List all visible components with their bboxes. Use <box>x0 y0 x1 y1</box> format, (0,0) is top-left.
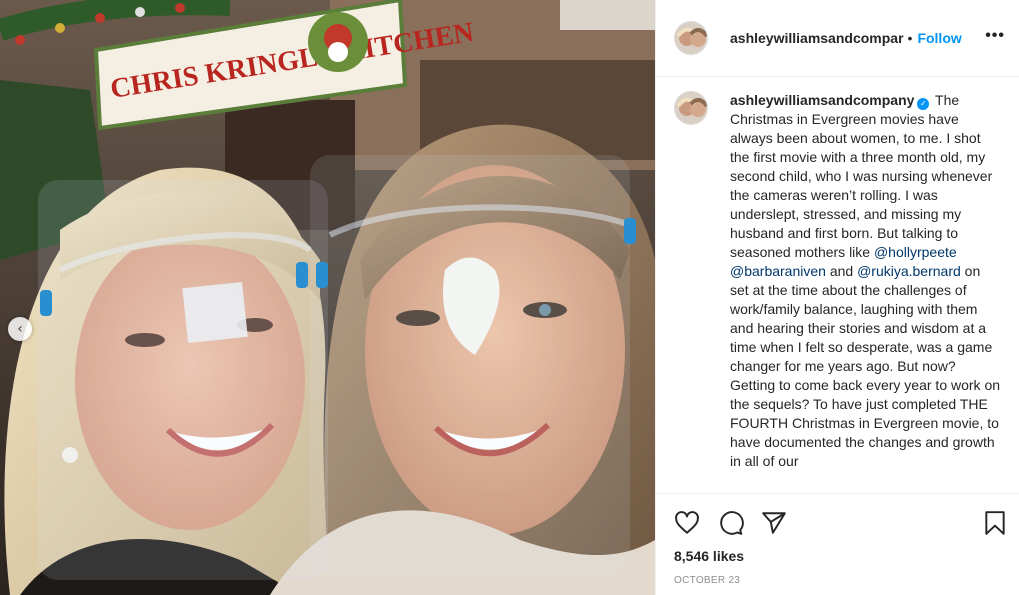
avatar[interactable] <box>674 21 708 55</box>
post-caption: ashleywilliamsandcompany ✓ The Christmas … <box>730 91 1000 493</box>
share-icon[interactable] <box>761 510 787 541</box>
follow-button[interactable]: Follow <box>917 30 961 46</box>
post-date[interactable]: OCTOBER 23 <box>674 575 740 586</box>
mention-link[interactable]: @rukiya.bernard <box>857 263 961 279</box>
likes-count[interactable]: 8,546 likes <box>674 548 744 564</box>
mention-link[interactable]: @barbaraniven <box>730 263 826 279</box>
caption-text-part1: The Christmas in Evergreen movies have a… <box>730 92 993 260</box>
carousel-prev-button[interactable]: ‹ <box>8 317 32 341</box>
header-separator: • <box>907 30 913 46</box>
post-side-panel: ashleywilliamsandcompar • Follow ••• ash… <box>655 0 1019 595</box>
chevron-left-icon: ‹ <box>17 321 23 337</box>
caption-area: ashleywilliamsandcompany ✓ The Christmas … <box>656 77 1019 493</box>
verified-badge-icon: ✓ <box>917 98 930 110</box>
heart-icon[interactable] <box>674 510 700 541</box>
avatar-image <box>675 22 707 54</box>
action-icons-row <box>674 510 1008 538</box>
caption-avatar[interactable] <box>674 91 708 125</box>
more-icon[interactable]: ••• <box>985 27 1005 45</box>
photo-illustration: CHRIS KRINGLE KITCHEN <box>0 0 655 595</box>
avatar-image <box>675 92 707 124</box>
face-shields <box>38 155 632 580</box>
mention-link[interactable]: @hollyrpeete <box>874 244 957 260</box>
caption-username[interactable]: ashleywilliamsandcompany <box>730 92 914 108</box>
bookmark-icon[interactable] <box>982 510 1008 541</box>
post-actions-area: 8,546 likes OCTOBER 23 <box>656 493 1019 595</box>
caption-separator: and <box>825 263 858 279</box>
post-header: ashleywilliamsandcompar • Follow ••• <box>656 0 1019 77</box>
header-username[interactable]: ashleywilliamsandcompar <box>730 30 904 46</box>
comment-icon[interactable] <box>718 510 744 541</box>
post-photo[interactable]: CHRIS KRINGLE KITCHEN ‹ <box>0 0 655 595</box>
caption-text-part2: on set at the time about the challenges … <box>730 263 1001 469</box>
